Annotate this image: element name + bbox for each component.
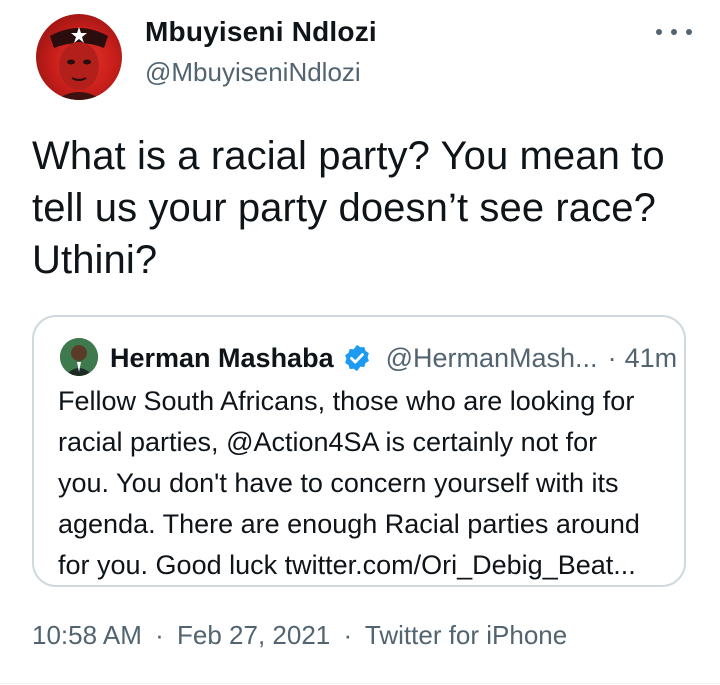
- more-dot-icon: [656, 29, 662, 35]
- tweet-text-line: What is a racial party? You mean to: [32, 134, 665, 178]
- tweet-text-line: Uthini?: [32, 238, 158, 282]
- author-handle[interactable]: @MbuyiseniNdlozi: [145, 57, 361, 88]
- quoted-text-line: you. You don't have to concern yourself …: [58, 468, 619, 498]
- more-dot-icon: [686, 29, 692, 35]
- more-dot-icon: [671, 29, 677, 35]
- tweet-time[interactable]: 10:58 AM: [32, 620, 142, 650]
- tweet-text-line: tell us your party doesn’t see race?: [32, 186, 656, 230]
- quoted-author-name: Herman Mashaba: [110, 342, 334, 373]
- tweet-text: What is a racial party? You mean to tell…: [32, 130, 702, 286]
- meta-separator: ·: [343, 620, 353, 650]
- quoted-text-line: agenda. There are enough Racial parties …: [58, 509, 640, 539]
- quoted-avatar-image: [60, 338, 98, 376]
- bottom-divider: [0, 683, 720, 684]
- quoted-text-line: for you. Good luck twitter.com/Ori_Debig…: [58, 550, 636, 580]
- author-name[interactable]: Mbuyiseni Ndlozi: [145, 16, 377, 48]
- quoted-tweet-card[interactable]: Herman Mashaba @HermanMash... · 41m Fell…: [32, 315, 686, 587]
- verified-badge-icon: [342, 343, 372, 373]
- tweet: Mbuyiseni Ndlozi @MbuyiseniNdlozi What i…: [0, 0, 720, 685]
- quoted-text-line: racial parties, @Action4SA is certainly …: [58, 427, 598, 457]
- quoted-tweet-text: Fellow South Africans, those who are loo…: [58, 381, 678, 586]
- quoted-author-handle: @HermanMash...: [385, 342, 598, 373]
- quoted-tweet-header: Herman Mashaba @HermanMash... · 41m: [110, 341, 677, 375]
- tweet-metadata: 10:58 AM · Feb 27, 2021 · Twitter for iP…: [32, 620, 567, 651]
- profile-avatar-image: [50, 27, 108, 100]
- meta-separator: ·: [155, 620, 164, 650]
- quoted-text-line: Fellow South Africans, those who are loo…: [58, 386, 635, 416]
- quoted-tweet-time: 41m: [624, 342, 678, 373]
- tweet-source[interactable]: Twitter for iPhone: [365, 620, 567, 650]
- author-avatar[interactable]: [36, 14, 122, 100]
- header-separator: ·: [607, 342, 617, 373]
- more-options-button[interactable]: [656, 22, 692, 42]
- quoted-author-avatar: [60, 338, 98, 376]
- tweet-date[interactable]: Feb 27, 2021: [177, 620, 330, 650]
